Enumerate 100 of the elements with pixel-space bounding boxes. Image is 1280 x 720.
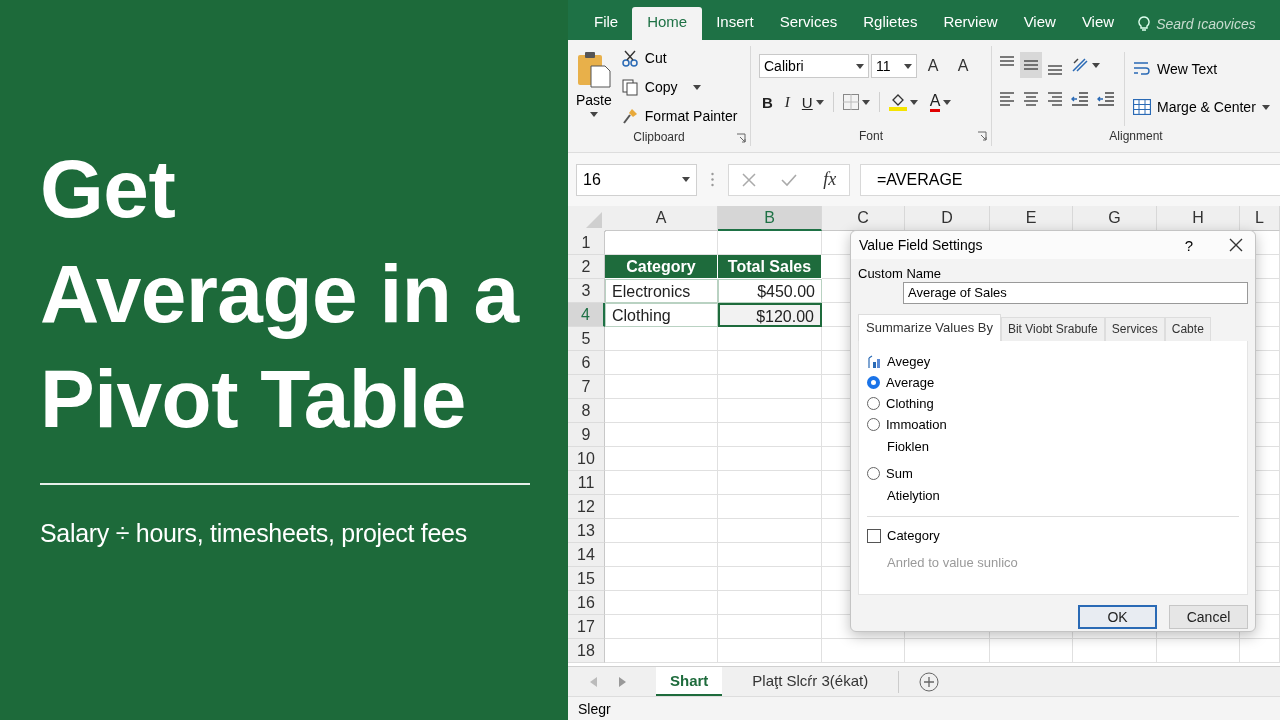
grid-cell[interactable] <box>605 447 718 471</box>
grid-cell[interactable] <box>605 567 718 591</box>
vertical-align-button[interactable] <box>1020 52 1042 78</box>
font-size-field[interactable]: 11 <box>871 54 917 78</box>
ribbon-tab[interactable]: Rglietes <box>851 8 930 40</box>
grid-cell[interactable] <box>605 471 718 495</box>
underline-button[interactable]: U <box>798 90 827 114</box>
radio-button[interactable] <box>867 467 880 480</box>
grid-cell[interactable] <box>718 351 822 375</box>
cut-button[interactable]: Cut <box>621 46 738 70</box>
dialog-tab[interactable]: Services <box>1104 317 1165 341</box>
column-header[interactable]: C <box>822 206 905 231</box>
dialog-tab[interactable]: Summarize Values By <box>858 314 1001 341</box>
grid-cell[interactable] <box>718 543 822 567</box>
grid-cell[interactable] <box>718 471 822 495</box>
grid-cell[interactable] <box>1157 639 1240 663</box>
italic-button[interactable]: I <box>781 90 793 114</box>
sheet-tab[interactable]: Shart <box>656 667 723 696</box>
ribbon-tab[interactable]: File <box>582 8 631 40</box>
grid-cell[interactable] <box>990 639 1073 663</box>
font-color-button[interactable]: A <box>926 90 955 114</box>
grid-cell[interactable] <box>718 567 822 591</box>
paste-button[interactable]: Paste <box>576 46 612 128</box>
grid-cell[interactable] <box>718 639 822 663</box>
dialog-tab[interactable]: Cabte <box>1164 317 1211 341</box>
name-box[interactable]: 16 <box>576 163 697 196</box>
grid-cell[interactable] <box>605 615 718 639</box>
column-header[interactable]: A <box>605 206 718 231</box>
grid-cell[interactable] <box>718 519 822 543</box>
grid-cell[interactable] <box>718 327 822 351</box>
row-header[interactable]: 17 <box>568 615 605 639</box>
sheet-tab[interactable]: Plaţt Slcŕr 3(ékat) <box>742 667 879 696</box>
row-header[interactable]: 14 <box>568 543 605 567</box>
insert-function-button[interactable]: fx <box>823 169 837 190</box>
radio-button[interactable] <box>867 397 880 410</box>
table-cell[interactable]: Category <box>605 255 718 279</box>
row-header[interactable]: 9 <box>568 423 605 447</box>
ribbon-tab[interactable]: View <box>1011 8 1068 40</box>
row-header[interactable]: 15 <box>568 567 605 591</box>
ribbon-tab[interactable]: Services <box>767 8 850 40</box>
grid-cell[interactable] <box>605 639 718 663</box>
search-field[interactable]: Seard ıcaovices <box>1138 8 1256 40</box>
row-header[interactable]: 6 <box>568 351 605 375</box>
format-painter-button[interactable]: Format Painter <box>621 104 738 128</box>
column-header[interactable]: G <box>1073 206 1157 231</box>
grid-cell[interactable] <box>822 639 905 663</box>
row-header[interactable]: 12 <box>568 495 605 519</box>
ribbon-tab[interactable]: Rerview <box>931 8 1010 40</box>
checkbox[interactable] <box>867 528 881 543</box>
grid-cell[interactable] <box>605 351 718 375</box>
row-header[interactable]: 13 <box>568 519 605 543</box>
grid-cell[interactable] <box>1240 639 1280 663</box>
dialog-tab[interactable]: Bit Viobt Srabufe <box>1000 317 1105 341</box>
bold-button[interactable]: B <box>759 90 776 114</box>
grid-cell[interactable] <box>605 423 718 447</box>
font-name-field[interactable]: Calibri <box>759 54 869 78</box>
formula-field[interactable]: =AVERAGE <box>860 163 1280 196</box>
grid-cell[interactable] <box>1073 639 1157 663</box>
row-header[interactable]: 16 <box>568 591 605 615</box>
radio-button[interactable] <box>867 376 880 389</box>
grid-cell[interactable] <box>605 591 718 615</box>
grid-cell[interactable] <box>905 639 990 663</box>
ribbon-tab[interactable]: View <box>1069 8 1127 40</box>
ok-button[interactable]: OK <box>1078 605 1157 629</box>
grid-cell[interactable] <box>718 375 822 399</box>
cancel-button[interactable]: Cancel <box>1169 605 1248 629</box>
shrink-font-button[interactable]: A <box>949 57 977 75</box>
grid-cell[interactable] <box>605 519 718 543</box>
grid-cell[interactable] <box>605 375 718 399</box>
copy-button[interactable]: Copy <box>621 75 738 99</box>
row-header[interactable]: 1 <box>568 231 605 255</box>
column-header[interactable]: H <box>1157 206 1240 231</box>
grow-font-button[interactable]: A <box>919 57 947 75</box>
table-cell[interactable]: Electronics <box>605 279 718 303</box>
row-header[interactable]: 3 <box>568 279 605 303</box>
row-header[interactable]: 2 <box>568 255 605 279</box>
table-cell[interactable]: Total Sales <box>718 255 822 279</box>
row-header[interactable]: 10 <box>568 447 605 471</box>
grid-cell[interactable] <box>605 543 718 567</box>
merge-center-button[interactable]: Marge & Center <box>1133 94 1270 120</box>
grid-cell[interactable] <box>718 399 822 423</box>
row-header[interactable]: 18 <box>568 639 605 663</box>
column-header[interactable]: L <box>1240 206 1280 231</box>
table-cell[interactable]: Clothing <box>605 303 718 327</box>
row-header[interactable]: 5 <box>568 327 605 351</box>
custom-name-field[interactable]: Average of Sales <box>903 282 1248 304</box>
column-header[interactable]: E <box>990 206 1073 231</box>
row-header[interactable]: 4 <box>568 303 605 327</box>
grid-cell[interactable] <box>718 591 822 615</box>
table-cell[interactable]: $450.00 <box>718 279 822 303</box>
grid-cell[interactable] <box>718 495 822 519</box>
grid-cell[interactable] <box>605 327 718 351</box>
row-header[interactable]: 8 <box>568 399 605 423</box>
ribbon-tab[interactable]: Home <box>632 7 703 40</box>
table-cell[interactable]: $120.00 <box>718 303 822 327</box>
column-header[interactable]: B <box>718 206 822 231</box>
ribbon-tab[interactable]: Insert <box>704 8 766 40</box>
row-header[interactable]: 7 <box>568 375 605 399</box>
grid-cell[interactable] <box>605 399 718 423</box>
row-header[interactable]: 11 <box>568 471 605 495</box>
